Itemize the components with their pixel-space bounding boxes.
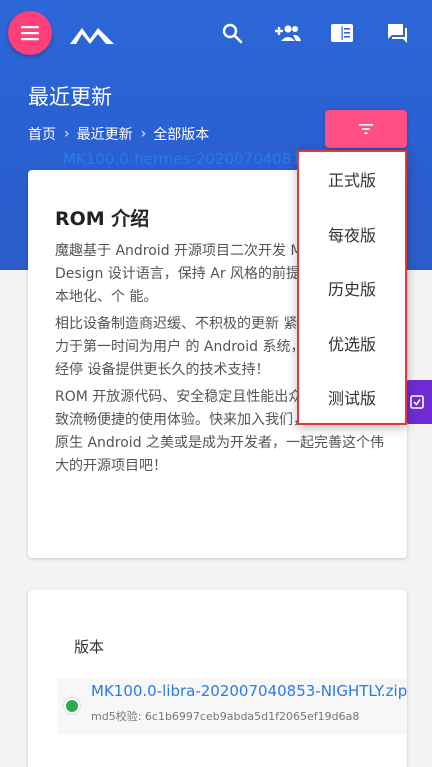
hamburger-menu-icon: [21, 26, 39, 41]
search-icon: [222, 23, 243, 44]
md5-checksum: md5校验: 6c1b6997ceb9abda5d1f2065ef19d6a8: [91, 710, 360, 723]
feedback-icon: [410, 395, 424, 409]
breadcrumb-separator: ›: [140, 126, 147, 142]
versions-label: 版本: [74, 638, 105, 656]
filter-option-beta[interactable]: 测试版: [299, 370, 405, 425]
download-link[interactable]: MK100.0-libra-202007040853-NIGHTLY.zip: [91, 682, 407, 700]
breadcrumb: 首页 › 最近更新 › 全部版本: [28, 124, 209, 144]
top-app-bar: [0, 0, 432, 72]
filter-option-stable[interactable]: 正式版: [299, 152, 405, 207]
filter-option-history[interactable]: 历史版: [299, 261, 405, 316]
menu-button[interactable]: [8, 11, 52, 55]
add-user-icon: [275, 25, 301, 41]
breadcrumb-all-versions: 全部版本: [153, 127, 210, 143]
book-icon: [331, 24, 353, 42]
filter-option-nightly[interactable]: 每夜版: [299, 207, 405, 262]
filter-option-preferred[interactable]: 优选版: [299, 316, 405, 371]
versions-card: 版本 MK100.0-libra-202007040853-NIGHTLY.zi…: [28, 590, 407, 767]
filter-dropdown-menu: 正式版 每夜版 历史版 优选版 测试版: [297, 150, 407, 425]
forum-icon: [388, 24, 407, 43]
filter-list-icon: [359, 124, 373, 134]
search-button[interactable]: [219, 20, 245, 46]
breadcrumb-recent[interactable]: 最近更新: [77, 124, 133, 144]
page-title: 最近更新: [28, 85, 112, 109]
breadcrumb-home[interactable]: 首页: [28, 124, 56, 144]
download-row[interactable]: MK100.0-libra-202007040853-NIGHTLY.zip m…: [58, 678, 407, 734]
forum-button[interactable]: [384, 20, 410, 46]
intro-title: ROM 介绍: [55, 208, 150, 230]
filter-button[interactable]: [325, 110, 407, 148]
add-user-button[interactable]: [272, 20, 302, 46]
mokee-logo-icon[interactable]: [68, 22, 116, 46]
status-dot-icon: [64, 698, 80, 714]
docs-button[interactable]: [329, 20, 355, 46]
breadcrumb-separator: ›: [64, 126, 70, 142]
